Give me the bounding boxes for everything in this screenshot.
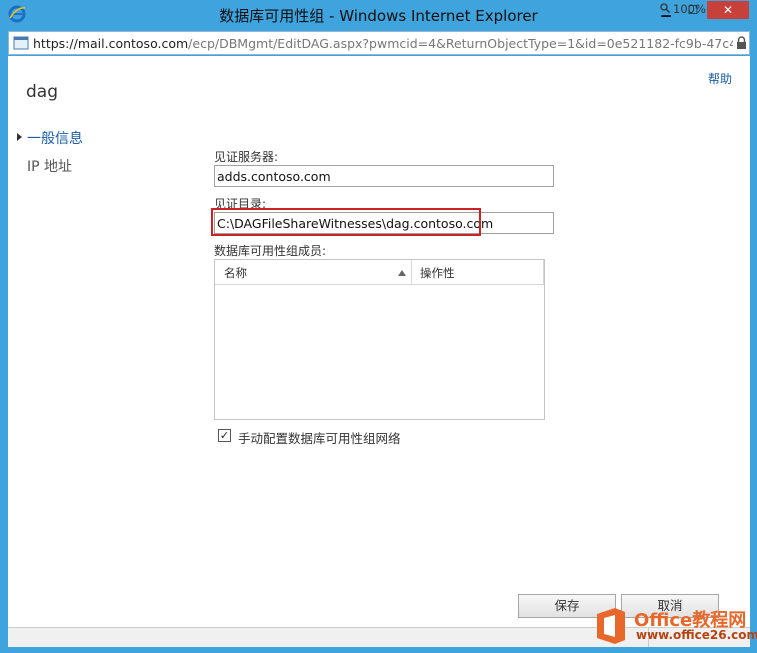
witness-server-label: 见证服务器: — [214, 150, 279, 164]
help-link[interactable]: 帮助 — [708, 70, 732, 87]
column-header-name[interactable]: 名称 — [224, 265, 247, 281]
nav-item-ip-address[interactable]: IP 地址 — [27, 156, 72, 176]
sort-ascending-icon[interactable] — [398, 270, 406, 276]
witness-server-input[interactable]: adds.contoso.com — [214, 165, 554, 187]
window-title-bar: 数据库可用性组 - Windows Internet Explorer ▁ ☐ … — [0, 0, 757, 30]
manual-network-checkbox[interactable]: ✓ — [218, 429, 231, 442]
close-button[interactable]: ✕ — [707, 1, 749, 19]
column-header-operational[interactable]: 操作性 — [420, 265, 455, 281]
lock-icon[interactable] — [736, 36, 747, 50]
url-path: /ecp/DBMgmt/EditDAG.aspx?pwmcid=4&Return… — [188, 36, 733, 51]
window-title: 数据库可用性组 - Windows Internet Explorer — [219, 7, 538, 25]
zoom-level[interactable]: 100% — [673, 2, 706, 16]
column-divider — [543, 260, 544, 284]
office-logo-icon — [597, 608, 625, 644]
page-title: dag — [26, 82, 58, 102]
page-icon — [13, 36, 29, 50]
highlight-box — [211, 208, 481, 236]
nav-item-general[interactable]: 一般信息 — [27, 128, 83, 148]
dag-members-grid[interactable]: 名称 操作性 — [214, 259, 545, 420]
nav-selected-arrow-icon — [17, 133, 22, 141]
watermark-site: www.office26.com — [636, 628, 757, 642]
manual-network-label[interactable]: 手动配置数据库可用性组网络 — [238, 428, 401, 447]
dag-members-label: 数据库可用性组成员: — [214, 244, 327, 258]
address-bar[interactable]: https://mail.contoso.com/ecp/DBMgmt/Edit… — [8, 31, 750, 55]
grid-header: 名称 操作性 — [215, 260, 544, 285]
column-divider — [411, 260, 412, 284]
url-scheme: https:// — [33, 36, 78, 51]
url-host: mail.contoso.com — [77, 36, 189, 51]
zoom-icon[interactable] — [660, 3, 670, 13]
status-pane — [8, 628, 649, 647]
address-url[interactable]: https://mail.contoso.com/ecp/DBMgmt/Edit… — [33, 36, 733, 51]
